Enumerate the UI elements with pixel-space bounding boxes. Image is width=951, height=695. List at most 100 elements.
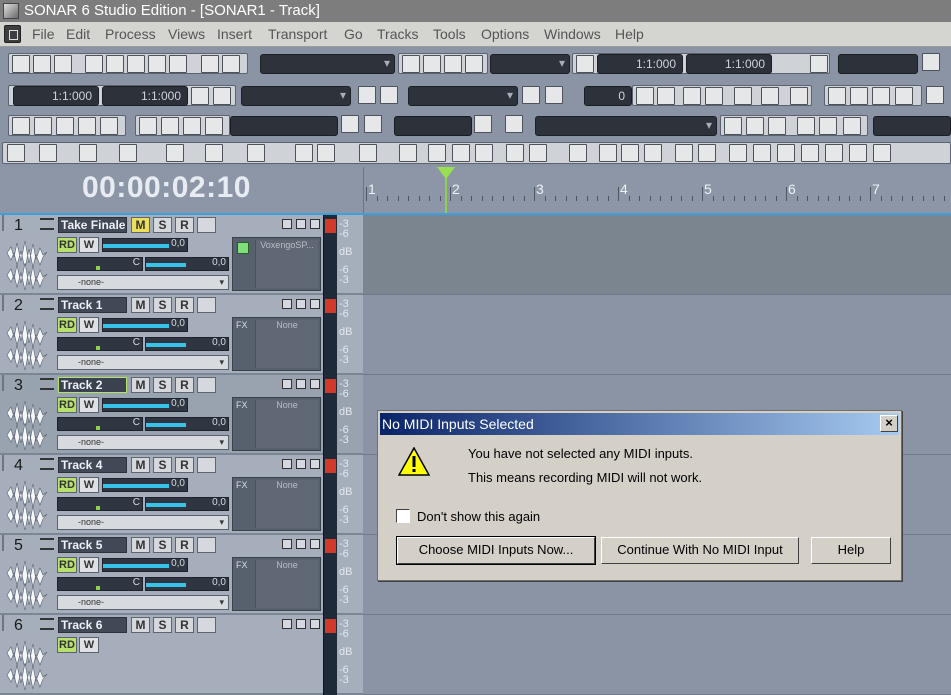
tempo-display[interactable] [394, 116, 472, 136]
footprint-icon[interactable] [358, 86, 376, 104]
undo-icon[interactable] [148, 55, 166, 73]
envelope-tool-icon[interactable] [79, 144, 97, 162]
menu-views[interactable]: Views [168, 26, 205, 42]
mute-button[interactable]: M [131, 537, 150, 553]
fx-bin[interactable]: FX None [232, 397, 321, 451]
menu-process[interactable]: Process [105, 26, 156, 42]
write-automation-button[interactable]: W [79, 477, 99, 493]
event-list-icon[interactable] [78, 117, 96, 135]
aux-send-slider[interactable]: 0,0 [145, 417, 229, 431]
keyboard-icon[interactable] [522, 86, 540, 104]
record-arm-button[interactable]: R [175, 457, 194, 473]
continue-no-midi-button[interactable]: Continue With No MIDI Input [601, 537, 799, 564]
read-automation-button[interactable]: RD [57, 317, 77, 333]
snap-dropdown[interactable] [490, 54, 570, 74]
fx-name[interactable]: None [255, 400, 318, 448]
mute-tool-icon[interactable] [317, 144, 335, 162]
track-strip[interactable]: 6 Track 6 M S R RD W -3 -6 dB -6 -3 [0, 615, 363, 695]
pan-slider[interactable]: C [57, 577, 143, 591]
minimize-icon[interactable] [296, 299, 306, 309]
preset-dropdown[interactable] [260, 54, 395, 74]
restore-icon[interactable] [310, 219, 320, 229]
minimize-icon[interactable] [296, 539, 306, 549]
fx-bin[interactable]: VoxengoSP... [232, 237, 321, 291]
counter-display[interactable]: 0 [584, 86, 632, 106]
nudge-right-icon[interactable] [819, 117, 837, 135]
save-icon[interactable] [54, 55, 72, 73]
input-selector[interactable]: -none- [57, 595, 229, 610]
cut-icon[interactable] [85, 55, 103, 73]
fx-bin[interactable]: FX None [232, 477, 321, 531]
redo-icon[interactable] [169, 55, 187, 73]
aux-send-slider[interactable]: 0,0 [145, 497, 229, 511]
track-type-icon[interactable] [40, 538, 54, 550]
selection-time-display[interactable]: 1:1:000 [102, 86, 188, 106]
layout-c-icon[interactable] [777, 144, 795, 162]
waveform-icon[interactable] [895, 87, 913, 105]
track-strip[interactable]: 4Track 4MSRRDW0,0C0,0-none-FXNone-3-6dB-… [0, 455, 363, 535]
track-strip[interactable]: 5Track 5MSRRDW0,0C0,0-none-FXNone-3-6dB-… [0, 535, 363, 615]
strip-toggle-icon[interactable] [282, 539, 292, 549]
track-options-icon[interactable] [7, 144, 25, 162]
track-name[interactable]: Track 5 [58, 537, 127, 553]
record-arm-button[interactable]: R [175, 217, 194, 233]
align-icon[interactable] [675, 144, 693, 162]
track-name[interactable]: Track 1 [58, 297, 127, 313]
strip-toggle-icon[interactable] [282, 619, 292, 629]
record-arm-button[interactable]: R [175, 377, 194, 393]
fx-enable-icon[interactable] [237, 242, 249, 254]
solo-button[interactable]: S [153, 297, 172, 313]
grid-lines-icon[interactable] [247, 144, 265, 162]
fx-name[interactable]: VoxengoSP... [255, 240, 318, 288]
open-folder-icon[interactable] [33, 55, 51, 73]
read-automation-button[interactable]: RD [57, 477, 77, 493]
zoom-icon[interactable] [359, 144, 377, 162]
solo-button[interactable]: S [153, 537, 172, 553]
aux-send-slider[interactable]: 0,0 [145, 337, 229, 351]
mute-button[interactable]: M [131, 297, 150, 313]
dont-show-label[interactable]: Don't show this again [417, 509, 540, 524]
track-name[interactable]: Track 6 [58, 617, 127, 633]
now-time-display[interactable]: 1:1:000 [13, 86, 99, 106]
choose-midi-inputs-button[interactable]: Choose MIDI Inputs Now... [396, 536, 596, 565]
midi-icon[interactable] [850, 87, 868, 105]
draw-tool-icon[interactable] [119, 144, 137, 162]
layout-g-icon[interactable] [873, 144, 891, 162]
read-automation-button[interactable]: RD [57, 237, 77, 253]
menu-help[interactable]: Help [615, 26, 644, 42]
mute-button[interactable]: M [131, 377, 150, 393]
write-automation-button[interactable]: W [79, 637, 99, 653]
list-view-icon[interactable] [505, 115, 523, 133]
fx-bin[interactable]: FX None [232, 557, 321, 611]
loop-start-display[interactable]: 1:1:000 [597, 54, 683, 74]
piano-icon[interactable] [872, 87, 890, 105]
document-icon[interactable] [4, 25, 21, 43]
rewind-icon[interactable] [139, 117, 157, 135]
minimize-icon[interactable] [296, 619, 306, 629]
input-selector[interactable]: -none- [57, 515, 229, 530]
clock-icon[interactable] [761, 87, 779, 105]
marker-icon[interactable] [444, 55, 462, 73]
paste-icon[interactable] [127, 55, 145, 73]
select-tool-icon[interactable] [39, 144, 57, 162]
loop-icon[interactable] [576, 55, 594, 73]
go-start-icon[interactable] [191, 87, 209, 105]
toolbar-menu-icon[interactable] [922, 53, 940, 71]
dont-show-checkbox[interactable] [396, 509, 410, 523]
app-icon[interactable] [3, 3, 19, 19]
record-settings-icon[interactable] [683, 87, 701, 105]
monitor-icon[interactable] [828, 87, 846, 105]
fx-name[interactable]: None [255, 560, 318, 608]
print-icon[interactable] [201, 55, 219, 73]
input-selector[interactable]: -none- [57, 275, 229, 290]
copy-icon[interactable] [106, 55, 124, 73]
patch-dropdown[interactable] [408, 86, 518, 106]
pencil-tool-icon[interactable] [529, 144, 547, 162]
menu-go[interactable]: Go [344, 26, 363, 42]
play-icon[interactable] [183, 117, 201, 135]
loop-set-icon[interactable] [810, 55, 828, 73]
track-type-icon[interactable] [40, 618, 54, 630]
track-name[interactable]: Take Finale [58, 217, 127, 233]
note-view-icon[interactable] [599, 144, 617, 162]
menu-tools[interactable]: Tools [433, 26, 466, 42]
